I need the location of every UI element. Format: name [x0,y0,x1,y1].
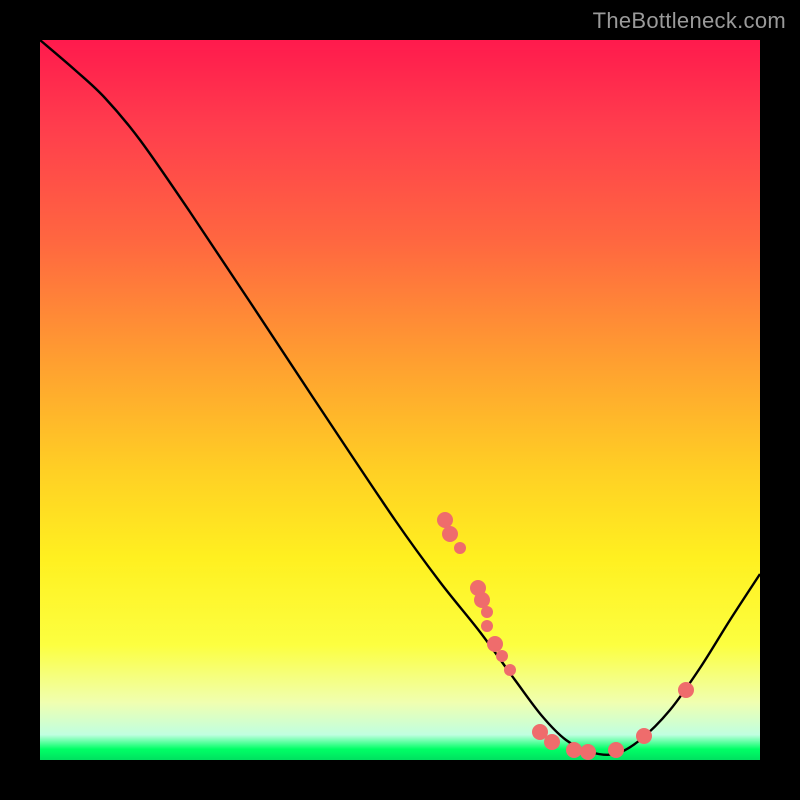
datapoint-dot [481,606,493,618]
bottleneck-curve [40,40,760,755]
chart-svg [40,40,760,760]
chart-stage: TheBottleneck.com [0,0,800,800]
datapoint-dot [487,636,503,652]
datapoint-dot [608,742,624,758]
datapoint-dot [454,542,466,554]
datapoint-dot [566,742,582,758]
datapoint-dot [504,664,516,676]
datapoint-group [437,512,694,760]
datapoint-dot [437,512,453,528]
datapoint-dot [481,620,493,632]
watermark-label: TheBottleneck.com [593,8,786,34]
datapoint-dot [544,734,560,750]
datapoint-dot [496,650,508,662]
datapoint-dot [580,744,596,760]
datapoint-dot [678,682,694,698]
datapoint-dot [442,526,458,542]
datapoint-dot [474,592,490,608]
datapoint-dot [636,728,652,744]
